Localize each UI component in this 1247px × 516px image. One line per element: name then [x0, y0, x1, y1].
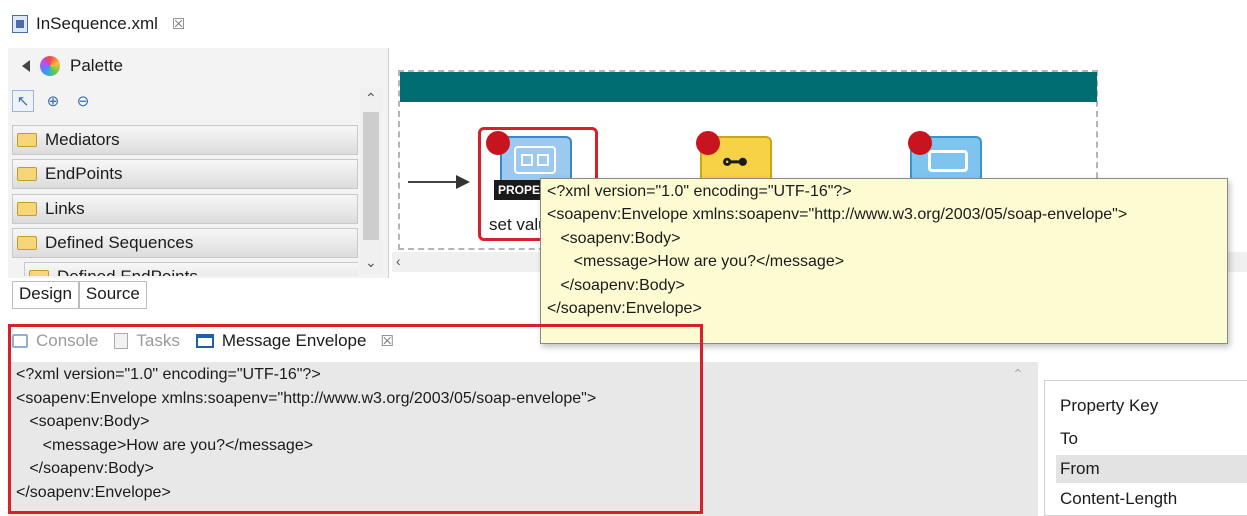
- tooltip-line: <soapenv:Body>: [547, 229, 681, 247]
- drawer-label: Defined EndPoints: [57, 267, 198, 276]
- tooltip-line: </soapenv:Envelope>: [547, 300, 702, 318]
- property-row-from[interactable]: From: [1060, 459, 1100, 479]
- tooltip-line: <soapenv:Envelope xmlns:soapenv="http://…: [547, 206, 1128, 224]
- drawer-label: Links: [45, 199, 85, 218]
- palette-icon: [40, 56, 60, 76]
- drawer-label: Mediators: [45, 130, 120, 149]
- palette-header[interactable]: Palette: [8, 50, 123, 82]
- palette-drawer-defined-sequences[interactable]: Defined Sequences: [12, 228, 358, 258]
- breakpoint-icon[interactable]: [486, 131, 510, 155]
- scroll-left-icon[interactable]: ‹: [396, 253, 401, 269]
- palette-drawer-endpoints[interactable]: EndPoints: [12, 159, 358, 189]
- tooltip-line: <message>How are you?</message>: [547, 253, 845, 271]
- drawer-label: EndPoints: [45, 164, 123, 183]
- close-icon[interactable]: ☒: [172, 15, 185, 33]
- send-glyph-icon: [928, 150, 968, 172]
- zoom-out-icon[interactable]: ⊖: [72, 90, 94, 112]
- collapse-palette-icon[interactable]: [22, 60, 30, 72]
- enrich-glyph-icon: ⊶: [722, 146, 748, 176]
- sequence-header-bar: [400, 72, 1097, 102]
- scroll-down-icon[interactable]: ⌄: [365, 254, 377, 271]
- palette-toolbar: ↖ ⊕ ⊖: [12, 88, 94, 114]
- flow-arrow-line: [408, 181, 460, 183]
- editor-tab-label: InSequence.xml: [36, 14, 158, 33]
- zoom-in-icon[interactable]: ⊕: [42, 90, 64, 112]
- editor-tab-bar: InSequence.xml ☒: [0, 0, 1247, 44]
- select-arrow-icon[interactable]: ↖: [12, 90, 34, 112]
- breakpoint-icon[interactable]: [696, 131, 720, 155]
- tab-source[interactable]: Source: [78, 281, 147, 309]
- breakpoint-icon[interactable]: [908, 131, 932, 155]
- folder-icon: [17, 167, 37, 181]
- drawer-label: Defined Sequences: [45, 233, 194, 252]
- properties-header: Property Key: [1060, 396, 1159, 415]
- editor-mode-tabs: Design Source: [12, 281, 147, 309]
- tab-design[interactable]: Design: [12, 281, 79, 309]
- scroll-up-icon[interactable]: ⌃: [1012, 366, 1024, 383]
- palette-drawer-links[interactable]: Links: [12, 194, 358, 224]
- folder-icon: [29, 270, 49, 276]
- folder-icon: [17, 236, 37, 250]
- property-row-content-length[interactable]: Content-Length: [1060, 489, 1177, 509]
- tooltip-line: <?xml version="1.0" encoding="UTF-16"?>: [547, 183, 852, 200]
- palette-drawer-clip: Defined EndPoints: [12, 262, 358, 276]
- highlight-frame: [8, 324, 703, 514]
- flow-arrow-head-icon: [456, 175, 470, 189]
- scrollbar-thumb[interactable]: [363, 112, 379, 240]
- folder-icon: [17, 133, 37, 147]
- message-envelope-tooltip: <?xml version="1.0" encoding="UTF-16"?> <…: [540, 178, 1228, 344]
- property-glyph-icon: [514, 146, 556, 174]
- editor-tab-insequence[interactable]: InSequence.xml ☒: [12, 10, 185, 38]
- palette-title: Palette: [70, 56, 123, 75]
- property-row-to[interactable]: To: [1060, 429, 1078, 449]
- palette-drawer-defined-endpoints[interactable]: Defined EndPoints: [24, 262, 358, 276]
- palette-scrollbar[interactable]: ⌃ ⌄: [360, 88, 382, 274]
- tooltip-line: </soapenv:Body>: [547, 276, 685, 294]
- xml-file-icon: [12, 15, 28, 33]
- scroll-up-icon[interactable]: ⌃: [365, 90, 377, 107]
- palette-drawer-mediators[interactable]: Mediators: [12, 125, 358, 155]
- folder-icon: [17, 202, 37, 216]
